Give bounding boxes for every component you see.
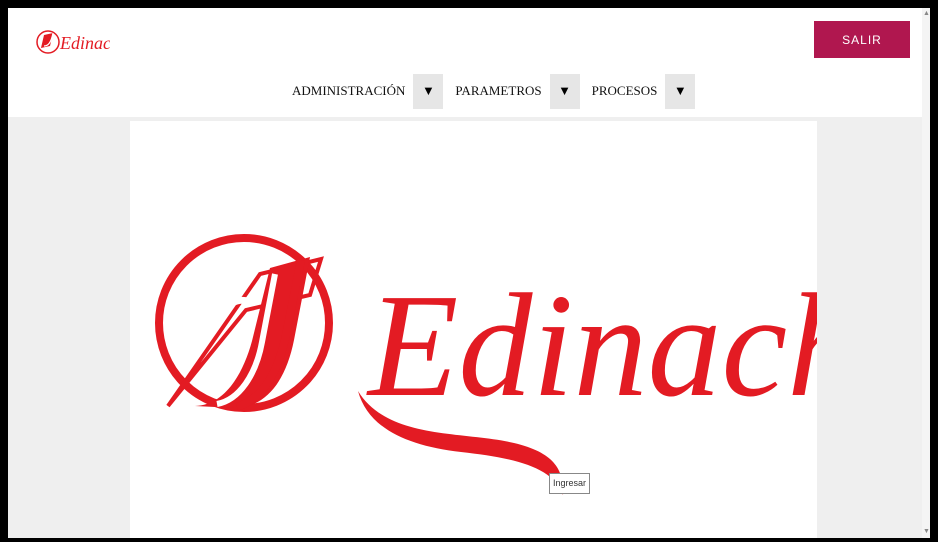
- nav-item-procesos[interactable]: PROCESOS: [586, 83, 666, 99]
- edinacho-small-logo[interactable]: Edinacho: [34, 24, 110, 58]
- main-navigation: ADMINISTRACIÓN ▼ PARAMETROS ▼ PROCESOS ▼: [286, 73, 701, 109]
- nav-item-administracion[interactable]: ADMINISTRACIÓN: [286, 83, 413, 99]
- parametros-dropdown-icon[interactable]: ▼: [549, 73, 580, 109]
- administracion-dropdown-icon[interactable]: ▼: [413, 73, 444, 109]
- salir-button[interactable]: SALIR: [814, 21, 910, 58]
- small-logo-text: Edinacho: [59, 33, 110, 53]
- procesos-dropdown-icon[interactable]: ▼: [665, 73, 696, 109]
- vertical-scrollbar[interactable]: ▲ ▼: [922, 8, 930, 538]
- hero-logo-panel[interactable]: Edinacho Ingresar: [130, 121, 817, 538]
- scroll-up-icon[interactable]: ▲: [923, 10, 930, 18]
- edinacho-large-logo[interactable]: Edinacho: [130, 121, 817, 538]
- ingresar-tooltip: Ingresar: [549, 473, 591, 494]
- nav-item-parametros[interactable]: PARAMETROS: [449, 83, 549, 99]
- top-navigation-bar: Edinacho SALIR ADMINISTRACIÓN ▼ PARAMETR…: [8, 8, 930, 117]
- scroll-down-icon[interactable]: ▼: [923, 528, 930, 536]
- large-logo-text: Edinacho: [366, 264, 817, 428]
- browser-viewport: Edinacho SALIR ADMINISTRACIÓN ▼ PARAMETR…: [8, 8, 930, 538]
